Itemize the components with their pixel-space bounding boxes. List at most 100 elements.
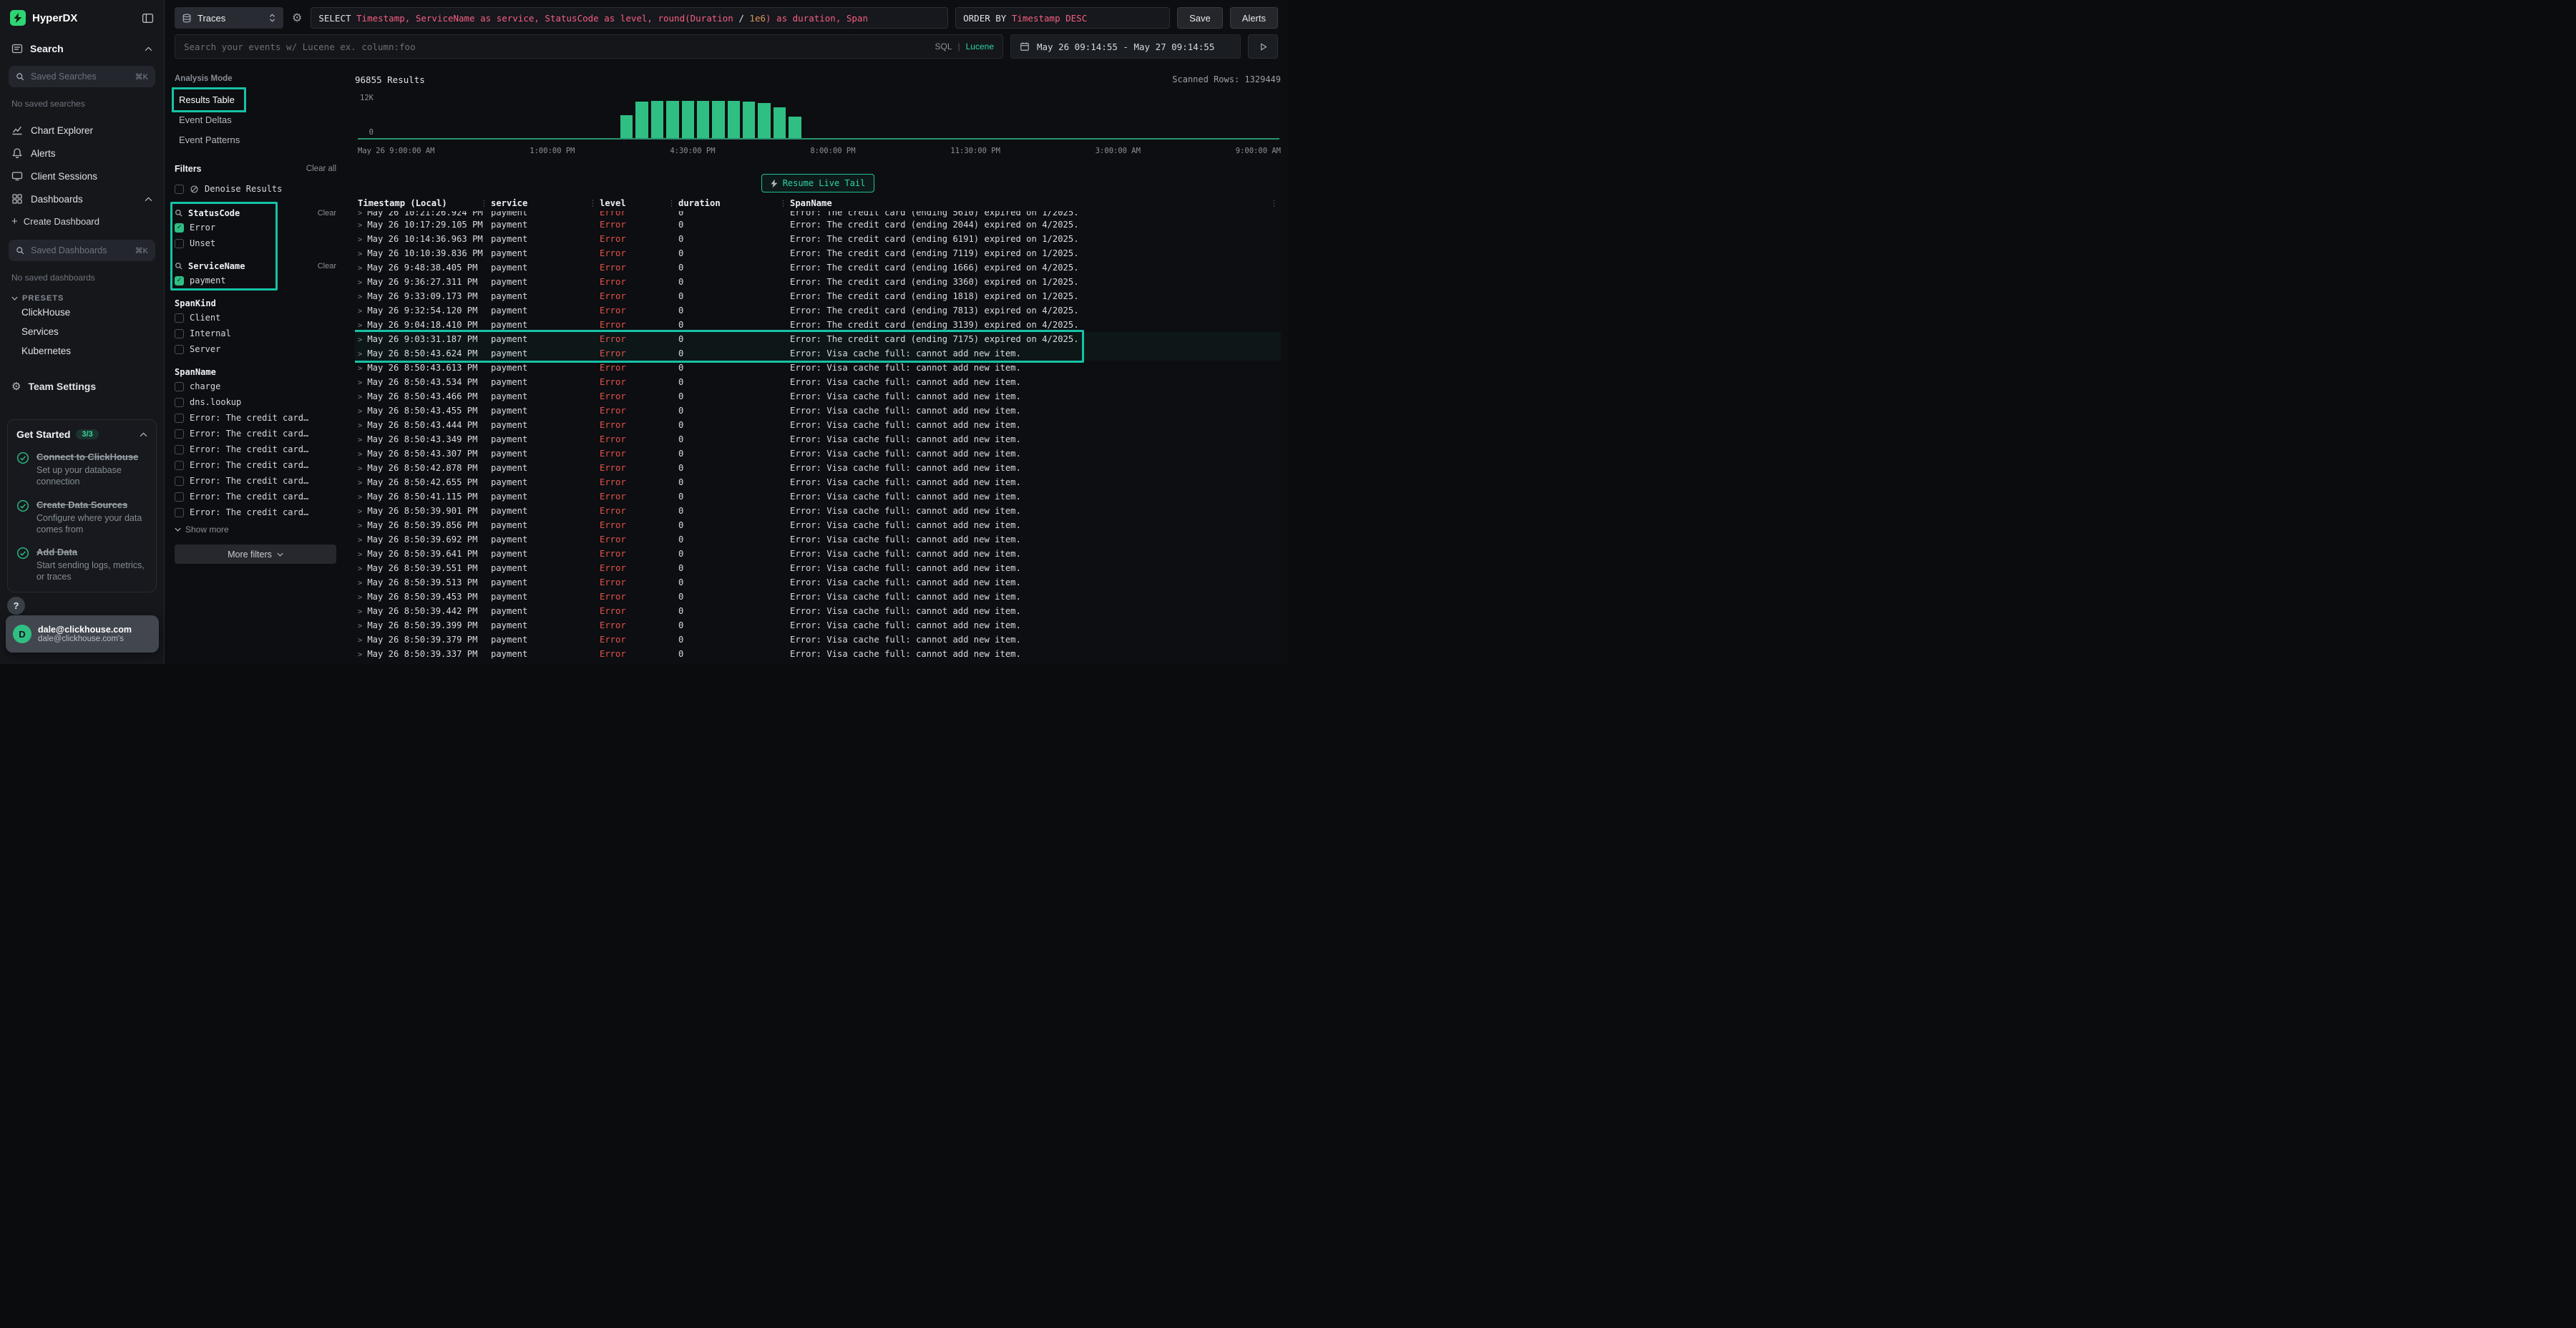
show-more-button[interactable]: Show more [175,524,336,534]
row-expand-chevron[interactable]: > [358,622,362,630]
column-header-duration[interactable]: duration [678,198,790,208]
table-row[interactable]: >May 26 10:17:29.105 PM payment Error 0 … [355,218,1281,232]
sql-select-editor[interactable]: SELECT Timestamp, ServiceName as service… [311,7,948,29]
row-expand-chevron[interactable]: > [358,336,362,344]
chevron-up-icon[interactable] [140,432,147,437]
row-expand-chevron[interactable]: > [358,235,362,244]
sidebar-item-alerts[interactable]: Alerts [0,142,164,165]
checkbox-icon[interactable] [175,398,184,407]
results-histogram[interactable]: 12K 0 May 26 9:00:00 AM1:00:00 PM4:30:00… [355,92,1281,155]
facet-value-row[interactable]: Error: The credit card … [175,410,336,426]
denoise-results-checkbox[interactable]: Denoise Results [175,181,336,197]
get-started-item[interactable]: Create Data Sources Configure where your… [16,499,147,536]
facet-value-row[interactable]: Error: The credit card … [175,426,336,441]
checkbox-icon[interactable] [175,508,184,517]
table-row[interactable]: >May 26 8:50:41.115 PM payment Error 0 E… [355,489,1281,504]
table-row[interactable]: >May 26 8:50:39.379 PM payment Error 0 E… [355,633,1281,647]
facet-search-icon[interactable] [175,209,183,218]
facet-clear-button[interactable]: Clear [318,209,336,218]
facet-value-row[interactable]: Internal [175,326,336,341]
table-row[interactable]: >May 26 8:50:42.878 PM payment Error 0 E… [355,461,1281,475]
checkbox-icon[interactable] [175,223,184,233]
table-row[interactable]: >May 26 9:03:31.187 PM payment Error 0 E… [355,332,1281,346]
table-row[interactable]: >May 26 8:50:43.466 PM payment Error 0 E… [355,389,1281,404]
sidebar-item-client-sessions[interactable]: Client Sessions [0,165,164,187]
lucene-mode-toggle[interactable]: Lucene [966,42,994,52]
table-row[interactable]: >May 26 10:10:39.836 PM payment Error 0 … [355,246,1281,260]
row-expand-chevron[interactable]: > [358,379,362,387]
analysis-mode-option[interactable]: Results Table [177,93,240,107]
row-expand-chevron[interactable]: > [358,607,362,616]
row-expand-chevron[interactable]: > [358,579,362,587]
table-row[interactable]: >May 26 8:50:39.856 PM payment Error 0 E… [355,518,1281,532]
save-button[interactable]: Save [1177,7,1223,29]
row-expand-chevron[interactable]: > [358,211,362,218]
alerts-button[interactable]: Alerts [1230,7,1278,29]
table-row[interactable]: >May 26 9:04:18.410 PM payment Error 0 E… [355,318,1281,332]
checkbox-icon[interactable] [175,445,184,454]
facet-value-row[interactable]: Server [175,341,336,357]
table-row[interactable]: >May 26 8:50:43.349 PM payment Error 0 E… [355,432,1281,446]
checkbox-icon[interactable] [175,345,184,354]
row-expand-chevron[interactable]: > [358,464,362,473]
facet-value-row[interactable]: charge [175,379,336,394]
presets-toggle[interactable]: PRESETS [0,283,164,303]
table-row[interactable]: >May 26 10:21:26.924 PM payment Error 0 … [355,211,1281,218]
column-header-service[interactable]: service [491,198,600,208]
row-expand-chevron[interactable]: > [358,250,362,258]
event-search-input[interactable]: Search your events w/ Lucene ex. column:… [175,34,1003,59]
table-row[interactable]: >May 26 8:50:43.444 PM payment Error 0 E… [355,418,1281,432]
facet-value-row[interactable]: Error [175,220,336,235]
saved-searches-input[interactable]: Saved Searches ⌘K [9,66,155,87]
table-row[interactable]: >May 26 8:50:39.513 PM payment Error 0 E… [355,575,1281,590]
table-row[interactable]: >May 26 8:50:39.453 PM payment Error 0 E… [355,590,1281,604]
checkbox-icon[interactable] [175,492,184,502]
sql-mode-toggle[interactable]: SQL [935,42,952,52]
row-expand-chevron[interactable]: > [358,536,362,545]
source-settings-gear-icon[interactable]: ⚙ [291,11,303,25]
row-expand-chevron[interactable]: > [358,593,362,602]
facet-clear-button[interactable]: Clear [318,262,336,270]
row-expand-chevron[interactable]: > [358,493,362,502]
clear-all-filters-button[interactable]: Clear all [306,165,336,173]
sidebar-item-dashboards[interactable]: Dashboards [0,187,164,210]
table-row[interactable]: >May 26 8:50:43.613 PM payment Error 0 E… [355,361,1281,375]
row-expand-chevron[interactable]: > [358,321,362,330]
facet-value-row[interactable]: Error: The credit card … [175,504,336,520]
logo[interactable]: HyperDX [0,0,164,26]
sidebar-item-chart-explorer[interactable]: Chart Explorer [0,119,164,142]
table-row[interactable]: >May 26 8:50:39.692 PM payment Error 0 E… [355,532,1281,547]
table-row[interactable]: >May 26 8:50:39.641 PM payment Error 0 E… [355,547,1281,561]
row-expand-chevron[interactable]: > [358,350,362,358]
row-expand-chevron[interactable]: > [358,264,362,273]
table-row[interactable]: >May 26 8:50:39.399 PM payment Error 0 E… [355,618,1281,633]
sidebar-item-search[interactable]: Search [0,26,164,54]
row-expand-chevron[interactable]: > [358,421,362,430]
row-expand-chevron[interactable]: > [358,364,362,373]
run-search-button[interactable] [1248,34,1278,59]
facet-value-row[interactable]: dns.lookup [175,394,336,410]
checkbox-icon[interactable] [175,382,184,391]
table-row[interactable]: >May 26 8:50:39.337 PM payment Error 0 E… [355,647,1281,661]
table-row[interactable]: >May 26 8:50:39.901 PM payment Error 0 E… [355,504,1281,518]
row-expand-chevron[interactable]: > [358,307,362,316]
row-expand-chevron[interactable]: > [358,221,362,230]
column-header-timestamp[interactable]: Timestamp (Local) [358,198,491,208]
resume-live-tail-button[interactable]: Resume Live Tail [761,174,875,192]
checkbox-icon[interactable] [175,429,184,439]
table-row[interactable]: >May 26 8:50:43.307 PM payment Error 0 E… [355,446,1281,461]
table-row[interactable]: >May 26 9:36:27.311 PM payment Error 0 E… [355,275,1281,289]
row-expand-chevron[interactable]: > [358,636,362,645]
facet-value-row[interactable]: Error: The credit card … [175,441,336,457]
sidebar-item-team-settings[interactable]: ⚙ Team Settings [0,361,164,392]
more-filters-button[interactable]: More filters [175,545,336,564]
table-row[interactable]: >May 26 8:50:39.298 PM payment Error 0 E… [355,661,1281,664]
table-row[interactable]: >May 26 9:32:54.120 PM payment Error 0 E… [355,303,1281,318]
facet-value-row[interactable]: Unset [175,235,336,251]
checkbox-icon[interactable] [175,185,184,194]
table-row[interactable]: >May 26 8:50:43.624 PM payment Error 0 E… [355,346,1281,361]
table-row[interactable]: >May 26 8:50:43.455 PM payment Error 0 E… [355,404,1281,418]
row-expand-chevron[interactable]: > [358,565,362,573]
row-expand-chevron[interactable]: > [358,522,362,530]
orderby-editor[interactable]: ORDER BY Timestamp DESC [955,7,1170,29]
